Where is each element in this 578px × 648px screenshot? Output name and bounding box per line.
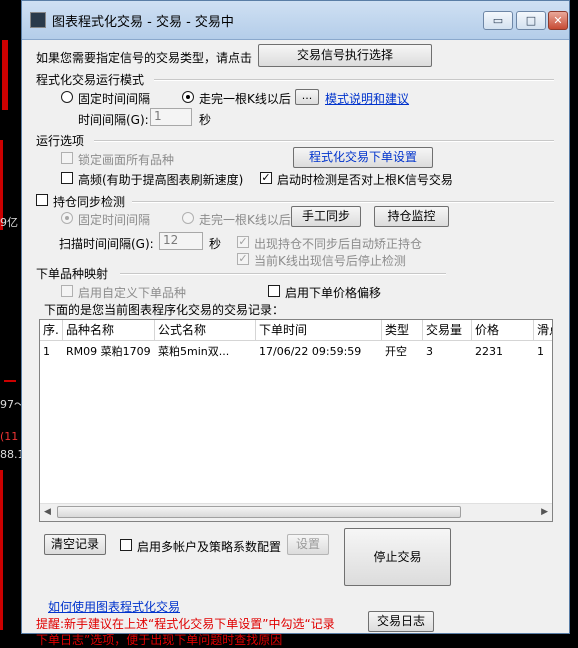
table-header: 序. 品种名称 公式名称 下单时间 类型 交易量 价格 滑点 [40,320,552,341]
kline-options-button[interactable]: ... [295,89,319,105]
high-freq-checkbox[interactable] [61,172,73,184]
startup-check-label: 启动时检测是否对上根K信号交易 [277,173,453,187]
manual-sync-button[interactable]: 手工同步 [291,206,361,227]
custom-symbol-label: 启用自定义下单品种 [78,286,187,300]
column-header[interactable]: 类型 [382,320,423,340]
stop-trading-button[interactable]: 停止交易 [344,528,451,586]
cell-index: 1 [43,345,50,358]
scroll-right-icon[interactable]: ▶ [541,507,548,517]
mode-explain-link[interactable]: 模式说明和建议 [325,90,409,107]
title-bar[interactable]: 图表程式化交易 - 交易 - 交易中 ▭ □ ✕ [22,1,569,40]
minimize-button[interactable]: ▭ [483,11,513,30]
maximize-button[interactable]: □ [516,11,546,30]
interval-label: 时间间隔(G): [78,113,149,127]
column-header[interactable]: 价格 [472,320,534,340]
column-header[interactable]: 下单时间 [256,320,382,340]
sync-fixed-interval-radio[interactable] [61,212,73,224]
position-monitor-button[interactable]: 持仓监控 [374,206,449,227]
mode-fixed-interval-radio[interactable] [61,91,73,103]
sync-fixed-interval-label: 固定时间间隔 [78,213,151,227]
column-header[interactable]: 品种名称 [63,320,155,340]
records-caption: 下面的是您当前图表程序化交易的交易记录： [44,303,285,317]
radio-selected-dot [65,216,69,220]
cell-volume: 3 [426,345,433,358]
cell-symbol: RM09 菜粕1709 [66,345,151,358]
price-offset-checkbox[interactable] [268,285,280,297]
chart-label: (11 [0,430,19,443]
group-divider [94,140,554,142]
sync-after-kline-label: 走完一根K线以后 [199,213,291,227]
scroll-thumb[interactable] [57,506,461,518]
mode-after-kline-radio[interactable] [182,91,194,103]
clear-records-button[interactable]: 清空记录 [44,534,106,555]
trading-window: 图表程式化交易 - 交易 - 交易中 ▭ □ ✕ 如果您需要指定信号的交易类型，… [21,0,570,647]
mode-fixed-interval-label[interactable]: 固定时间间隔 [78,90,150,107]
mode-after-kline-label[interactable]: 走完一根K线以后 [199,90,291,107]
close-button[interactable]: ✕ [548,11,568,30]
group-divider [120,273,446,275]
lock-all-label: 锁定画面所有品种 [78,153,175,167]
interval-input[interactable]: 1 [150,108,192,126]
signal-select-button[interactable]: 交易信号执行选择 [258,44,432,67]
signal-prompt: 如果您需要指定信号的交易类型，请点击 [36,51,253,65]
sync-check-checkbox[interactable] [36,194,48,206]
interval-unit: 秒 [199,113,212,127]
sync-group-title: 持仓同步检测 [53,195,126,209]
order-settings-button[interactable]: 程式化交易下单设置 [293,147,433,168]
custom-symbol-checkbox[interactable] [61,285,73,297]
scan-interval-input[interactable]: 12 [159,232,203,250]
scan-interval-label: 扫描时间间隔(G): [59,237,154,251]
help-link[interactable]: 如何使用图表程式化交易 [48,598,180,615]
chart-candle [0,470,3,630]
multi-account-settings-button[interactable]: 设置 [287,534,329,555]
high-freq-label: 高频(有助于提高图表刷新速度) [78,173,244,187]
sync-after-kline-radio[interactable] [182,212,194,224]
trade-records-table[interactable]: 序. 品种名称 公式名称 下单时间 类型 交易量 价格 滑点 1 RM09 菜粕… [39,319,553,522]
column-header[interactable]: 公式名称 [155,320,256,340]
group-divider [132,201,554,203]
startup-check-checkbox[interactable]: ✓ [260,172,272,184]
group-divider [154,79,554,81]
column-header[interactable]: 交易量 [423,320,472,340]
trade-log-button[interactable]: 交易日志 [368,611,434,632]
warning-line-1: 提醒:新手建议在上述“程式化交易下单设置”中勾选“记录 [36,617,335,631]
column-header[interactable]: 滑点 [534,320,552,340]
chart-label: 9亿 [0,216,18,229]
radio-selected-dot [186,95,190,99]
scan-interval-unit: 秒 [209,237,222,251]
multi-account-checkbox[interactable] [120,539,132,551]
chart-candle [4,380,16,382]
stop-detect-checkbox[interactable]: ✓ [237,253,249,265]
cell-time: 17/06/22 09:59:59 [259,345,362,358]
price-offset-label: 启用下单价格偏移 [285,286,382,300]
chart-candle [2,40,8,110]
lock-all-checkbox[interactable] [61,152,73,164]
app-icon [30,12,46,28]
horizontal-scrollbar[interactable]: ◀ ▶ [40,503,552,521]
scroll-left-icon[interactable]: ◀ [44,507,51,517]
auto-correct-checkbox[interactable]: ✓ [237,236,249,248]
window-title: 图表程式化交易 - 交易 - 交易中 [52,15,234,30]
stop-detect-label: 当前K线出现信号后停止检测 [254,254,406,268]
auto-correct-label: 出现持仓不同步后自动矫正持仓 [254,237,423,251]
mapping-group-title: 下单品种映射 [36,267,109,281]
cell-type: 开空 [385,345,407,358]
multi-account-label: 启用多帐户及策略系数配置 [137,540,282,554]
cell-price: 2231 [475,345,503,358]
cell-slippage: 1 [537,345,544,358]
column-header[interactable]: 序. [40,320,63,340]
mode-group-title: 程式化交易运行模式 [36,73,145,87]
cell-formula: 菜粕5min双... [158,345,230,358]
options-group-title: 运行选项 [36,134,85,148]
